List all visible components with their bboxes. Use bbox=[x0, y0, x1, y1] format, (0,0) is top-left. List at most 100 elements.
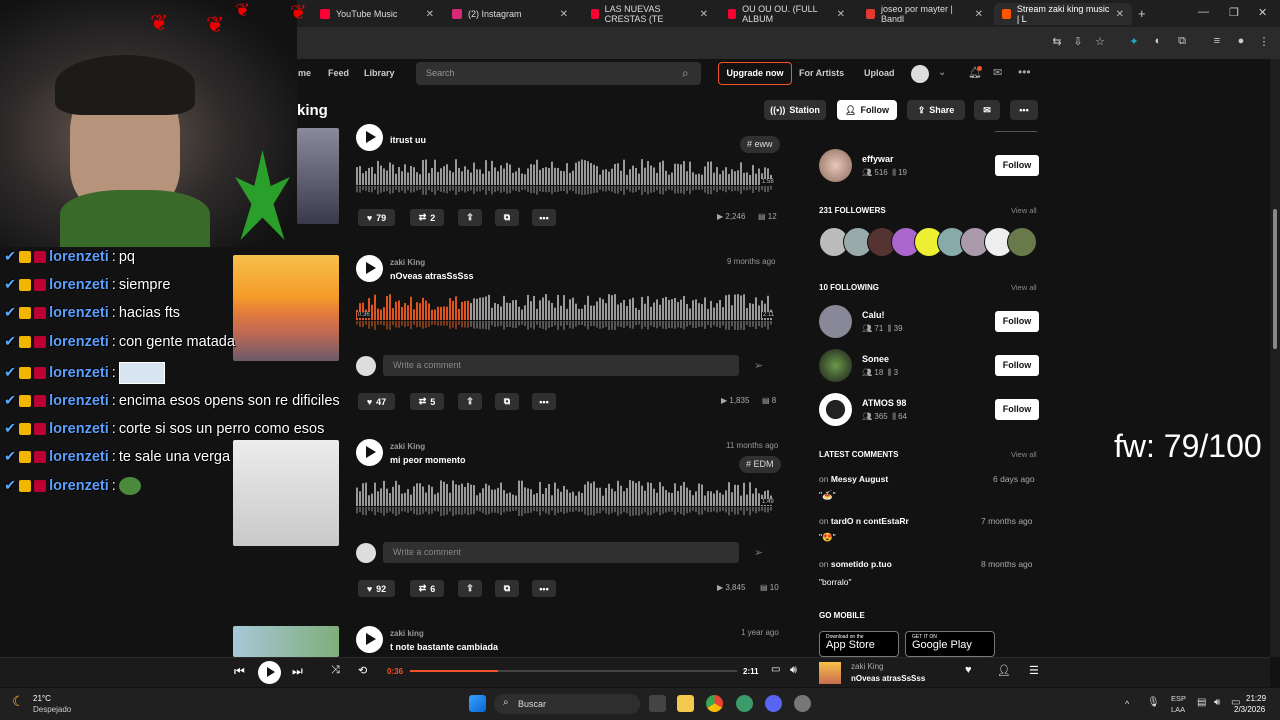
track-artwork[interactable] bbox=[233, 255, 339, 361]
player-artist[interactable]: zaki King bbox=[851, 662, 883, 671]
browser-icon[interactable] bbox=[736, 695, 753, 712]
player-artwork[interactable] bbox=[819, 662, 841, 684]
copy-link-button[interactable]: ⧉ bbox=[495, 580, 519, 597]
following-heading[interactable]: 10 FOLLOWING bbox=[819, 283, 879, 292]
settings-icon[interactable] bbox=[794, 695, 811, 712]
queue-icon[interactable]: ☰ bbox=[1029, 664, 1039, 677]
comment-track-link[interactable]: on tardO n contEstaRr bbox=[819, 516, 909, 526]
app-store-badge[interactable]: Download on the App Store bbox=[819, 631, 899, 657]
comment-track-link[interactable]: on Messy August bbox=[819, 474, 888, 484]
new-tab-button[interactable]: + bbox=[1138, 6, 1146, 21]
close-icon[interactable]: ✕ bbox=[1116, 9, 1124, 20]
more-options-icon[interactable]: ••• bbox=[1018, 65, 1031, 79]
waveform[interactable] bbox=[356, 157, 774, 197]
comment-track-link[interactable]: on sometido p.tuo bbox=[819, 559, 892, 569]
share-button[interactable]: ⇪ bbox=[458, 209, 482, 226]
share-button[interactable]: ⇪ bbox=[458, 393, 482, 410]
network-icon[interactable]: ▤ bbox=[1197, 697, 1206, 708]
chevron-down-icon[interactable]: ⌄ bbox=[938, 67, 946, 78]
profile-icon[interactable]: ● bbox=[1234, 35, 1248, 49]
repeat-icon[interactable]: ⟲ bbox=[358, 664, 367, 677]
track-artwork[interactable] bbox=[297, 128, 339, 224]
view-all-link[interactable]: View all bbox=[1011, 283, 1037, 292]
close-icon[interactable]: ✕ bbox=[975, 9, 983, 20]
translate-icon[interactable]: ⇆ bbox=[1050, 35, 1064, 49]
track-title[interactable]: mi peor momento bbox=[390, 455, 466, 465]
nav-library[interactable]: Library bbox=[364, 68, 395, 78]
send-icon[interactable]: ➢ bbox=[754, 359, 763, 372]
speaker-icon[interactable]: 🔊︎ bbox=[1214, 697, 1220, 708]
waveform[interactable] bbox=[356, 478, 774, 518]
avatar[interactable] bbox=[819, 349, 852, 382]
file-explorer-icon[interactable] bbox=[677, 695, 694, 712]
close-icon[interactable]: ✕ bbox=[837, 9, 845, 20]
dark-mode-icon[interactable]: ◐ bbox=[1151, 35, 1165, 49]
tab-soundcloud[interactable]: Stream zaki king music | L ✕ bbox=[994, 3, 1132, 25]
like-button[interactable]: ♥ 47 bbox=[358, 393, 395, 410]
track-tag[interactable]: # eww bbox=[740, 136, 780, 153]
more-button[interactable]: ••• bbox=[532, 209, 556, 226]
player-progress-track[interactable] bbox=[410, 670, 737, 672]
tab-las-nuevas-crestas[interactable]: LAS NUEVAS CRESTAS (TE ✕ bbox=[583, 3, 716, 25]
like-button[interactable]: ♥ 79 bbox=[358, 209, 395, 226]
user-name[interactable]: Calu! bbox=[862, 310, 885, 320]
shuffle-icon[interactable]: ⤨ bbox=[331, 664, 340, 677]
weather-icon[interactable]: ☾ bbox=[12, 693, 25, 710]
upload-link[interactable]: Upload bbox=[864, 68, 895, 78]
station-button[interactable]: ((•)) Station bbox=[764, 100, 826, 120]
heart-icon[interactable]: ♥ bbox=[965, 664, 972, 676]
repost-button[interactable]: ⇄ 2 bbox=[410, 209, 444, 226]
nav-home[interactable]: me bbox=[298, 68, 311, 78]
view-all-link[interactable]: View all bbox=[1011, 450, 1037, 459]
more-button[interactable]: ••• bbox=[1010, 100, 1038, 120]
track-artist[interactable]: zaki King bbox=[390, 442, 425, 451]
for-artists-link[interactable]: For Artists bbox=[799, 68, 844, 78]
comment-input[interactable]: Write a comment bbox=[383, 542, 739, 563]
follow-button[interactable]: Follow bbox=[995, 399, 1039, 420]
upgrade-button[interactable]: Upgrade now bbox=[718, 62, 792, 85]
waveform[interactable] bbox=[356, 292, 774, 332]
tab-ou-ou-ou[interactable]: OU OU OU. (FULL ALBUM ✕ bbox=[720, 3, 853, 25]
close-icon[interactable]: ✕ bbox=[560, 9, 568, 20]
play-button[interactable] bbox=[356, 124, 383, 151]
tab-instagram[interactable]: (2) Instagram ✕ bbox=[444, 3, 576, 25]
share-button[interactable]: ⇪ bbox=[458, 580, 482, 597]
language-indicator-sub[interactable]: LAA bbox=[1171, 705, 1185, 714]
avatar[interactable] bbox=[819, 393, 852, 426]
next-track-icon[interactable]: ⏭ bbox=[292, 664, 303, 679]
user-name[interactable]: ATMOS 98 bbox=[862, 398, 906, 408]
track-artist[interactable]: zaki King bbox=[390, 258, 425, 267]
scrollbar[interactable] bbox=[1270, 59, 1280, 657]
play-button[interactable] bbox=[356, 255, 383, 282]
extension-icon[interactable]: ✦ bbox=[1127, 35, 1141, 49]
chevron-up-icon[interactable]: ^ bbox=[1125, 699, 1129, 709]
avatar[interactable] bbox=[819, 149, 852, 182]
message-button[interactable]: ✉ bbox=[974, 100, 1000, 120]
task-view-icon[interactable] bbox=[649, 695, 666, 712]
nav-feed[interactable]: Feed bbox=[328, 68, 349, 78]
extensions-icon[interactable]: ⧉ bbox=[1175, 35, 1189, 49]
track-title[interactable]: nOveas atrasSsSss bbox=[390, 271, 474, 281]
follow-button[interactable]: Follow bbox=[995, 155, 1039, 176]
menu-icon[interactable]: ⋮ bbox=[1257, 35, 1271, 49]
chrome-icon[interactable] bbox=[706, 695, 723, 712]
comment-input[interactable]: Write a comment bbox=[383, 355, 739, 376]
search-icon[interactable]: ⌕ bbox=[682, 66, 689, 81]
more-button[interactable]: ••• bbox=[532, 580, 556, 597]
play-button[interactable] bbox=[258, 661, 281, 684]
avatar[interactable] bbox=[911, 65, 929, 83]
maximize-button[interactable]: ❐ bbox=[1229, 6, 1239, 19]
repost-button[interactable]: ⇄ 5 bbox=[410, 393, 444, 410]
player-title[interactable]: nOveas atrasSsSss bbox=[851, 674, 925, 683]
close-icon[interactable]: ✕ bbox=[426, 9, 434, 20]
share-button[interactable]: ⇪ Share bbox=[907, 100, 965, 120]
followers-heading[interactable]: 231 FOLLOWERS bbox=[819, 206, 886, 215]
weather-temp[interactable]: 21°C bbox=[33, 694, 51, 703]
google-play-badge[interactable]: GET IT ON Google Play bbox=[905, 631, 995, 657]
microphone-icon[interactable]: 🎙︎ bbox=[1147, 697, 1160, 708]
track-artwork[interactable] bbox=[233, 626, 339, 657]
view-all-link[interactable]: View all bbox=[1011, 206, 1037, 215]
play-button[interactable] bbox=[356, 439, 383, 466]
copy-link-button[interactable]: ⧉ bbox=[495, 393, 519, 410]
follower-avatar[interactable] bbox=[1007, 227, 1037, 257]
